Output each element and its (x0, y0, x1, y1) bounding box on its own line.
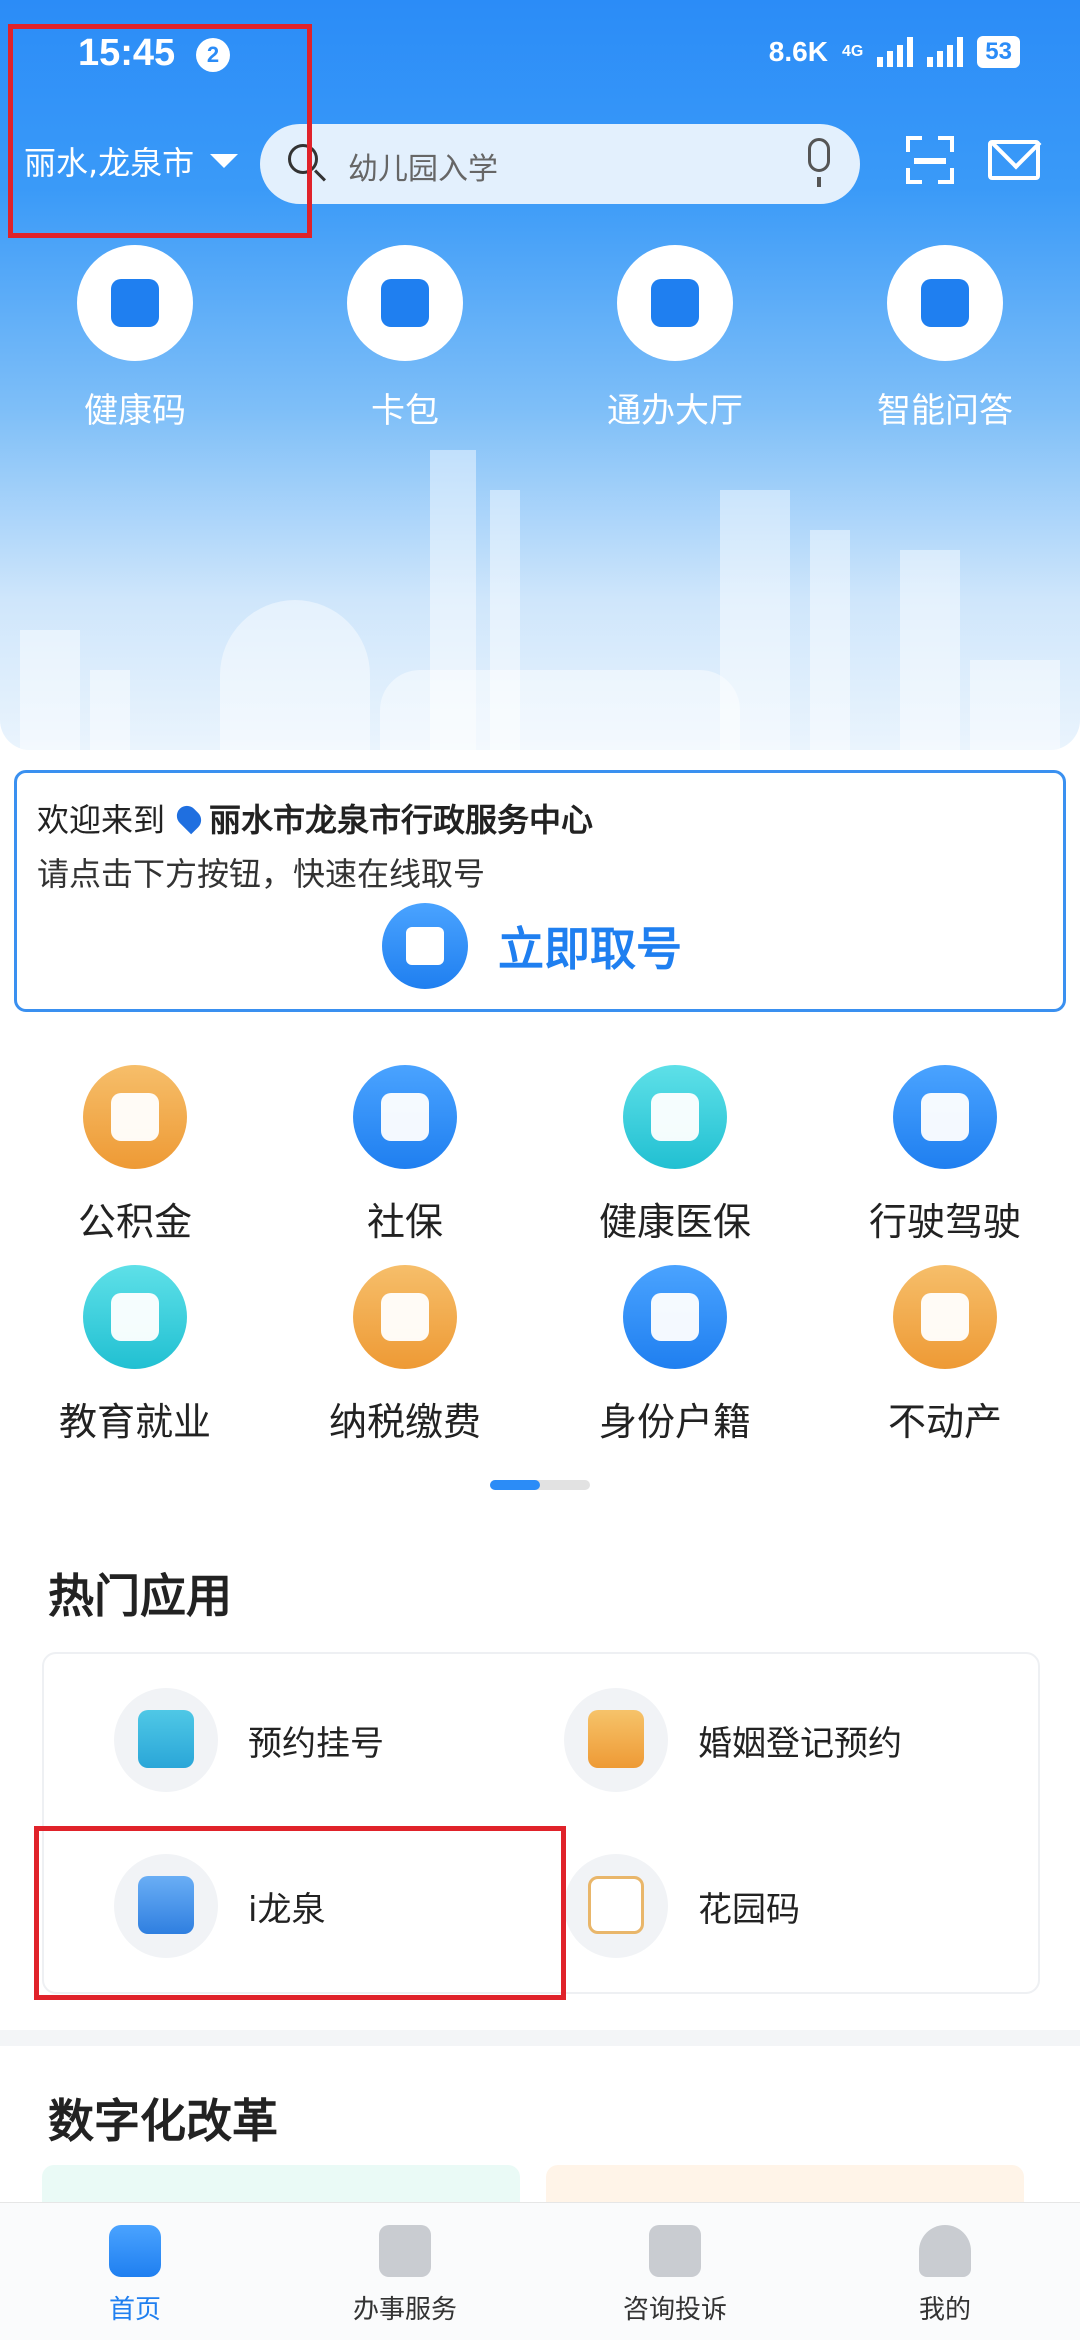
network-type: 4G (841, 43, 864, 60)
service-label: 公积金 (77, 1200, 192, 1244)
quick-health-code[interactable]: 健康码 (0, 245, 270, 431)
service-center-name: 丽水市龙泉市行政服务中心 (209, 801, 594, 839)
service-label: 教育就业 (58, 1400, 211, 1444)
home-icon (109, 2225, 161, 2277)
robot-icon (921, 279, 969, 327)
service-housing-fund[interactable]: 公积金 (0, 1065, 270, 1265)
ticket-icon (382, 903, 468, 989)
quick-action-label: 健康码 (84, 391, 186, 431)
service-label: 健康医保 (598, 1200, 751, 1244)
appointment-icon (138, 1710, 194, 1768)
medical-insurance-icon (651, 1093, 699, 1141)
quick-card-wallet[interactable]: 卡包 (270, 245, 540, 431)
city-skyline (0, 410, 1080, 750)
section-divider (0, 2030, 1080, 2046)
welcome-line: 欢迎来到 丽水市龙泉市行政服务中心 (37, 795, 593, 841)
service-label: 不动产 (887, 1400, 1002, 1444)
housing-fund-icon (111, 1093, 159, 1141)
nav-label: 首页 (108, 2295, 161, 2325)
app-label: 花园码 (698, 1889, 800, 1930)
nav-home[interactable]: 首页 (0, 2203, 270, 2340)
service-education[interactable]: 教育就业 (0, 1265, 270, 1465)
service-medical-insurance[interactable]: 健康医保 (540, 1065, 810, 1265)
take-number-label: 立即取号 (498, 922, 682, 976)
social-security-icon (381, 1093, 429, 1141)
quick-action-label: 通办大厅 (607, 391, 743, 431)
marriage-icon (588, 1710, 644, 1768)
nav-label: 办事服务 (352, 2295, 457, 2325)
nav-profile[interactable]: 我的 (810, 2203, 1080, 2340)
welcome-hint: 请点击下方按钮，快速在线取号 (37, 855, 486, 893)
nav-label: 我的 (918, 2295, 971, 2325)
health-code-icon (111, 279, 159, 327)
service-label: 纳税缴费 (328, 1400, 481, 1444)
signal-2-icon (927, 37, 964, 67)
app-label: 预约挂号 (248, 1723, 384, 1764)
microphone-icon[interactable] (808, 138, 830, 187)
quick-actions: 健康码 卡包 通办大厅 智能问答 (0, 245, 1080, 431)
page-indicator (490, 1480, 590, 1490)
highlight-city-box (8, 24, 312, 238)
service-label: 社保 (366, 1200, 443, 1244)
digital-reform-title: 数字化改革 (48, 2094, 278, 2148)
service-hall-icon (651, 279, 699, 327)
document-icon (379, 2225, 431, 2277)
nav-services[interactable]: 办事服务 (270, 2203, 540, 2340)
service-real-estate[interactable]: 不动产 (810, 1265, 1080, 1465)
garden-code-icon (588, 1876, 644, 1934)
quick-action-label: 智能问答 (877, 391, 1013, 431)
net-speed: 8.6K (768, 36, 828, 67)
service-social-security[interactable]: 社保 (270, 1065, 540, 1265)
location-pin-icon (172, 801, 206, 835)
app-garden-code[interactable]: 花园码 (564, 1854, 800, 1958)
quick-smart-qa[interactable]: 智能问答 (810, 245, 1080, 431)
service-tax[interactable]: 纳税缴费 (270, 1265, 540, 1465)
hot-apps-title: 热门应用 (48, 1569, 232, 1623)
search-placeholder: 幼儿园入学 (348, 152, 498, 187)
highlight-ilongquan-box (34, 1826, 566, 2000)
app-label: 婚姻登记预约 (698, 1723, 902, 1764)
scan-icon[interactable] (906, 136, 954, 184)
welcome-prefix: 欢迎来到 (37, 801, 166, 839)
search-bar[interactable]: 幼儿园入学 (260, 124, 860, 204)
status-indicators: 8.6K 4G 53 (769, 36, 1020, 68)
service-driving[interactable]: 行驶驾驶 (810, 1065, 1080, 1265)
service-label: 行驶驾驶 (868, 1200, 1021, 1244)
tax-icon (381, 1293, 429, 1341)
real-estate-icon (921, 1293, 969, 1341)
services-grid: 公积金 社保 健康医保 行驶驾驶 教育就业 纳税缴费 身份户籍 不动产 (0, 1065, 1080, 1465)
quick-service-hall[interactable]: 通办大厅 (540, 245, 810, 431)
app-appointment[interactable]: 预约挂号 (114, 1688, 384, 1792)
app-marriage-registration[interactable]: 婚姻登记预约 (564, 1688, 902, 1792)
service-identity[interactable]: 身份户籍 (540, 1265, 810, 1465)
education-icon (111, 1293, 159, 1341)
bottom-nav: 首页 办事服务 咨询投诉 我的 (0, 2202, 1080, 2340)
welcome-card: 欢迎来到 丽水市龙泉市行政服务中心 请点击下方按钮，快速在线取号 立即取号 (14, 770, 1066, 1012)
nav-consult[interactable]: 咨询投诉 (540, 2203, 810, 2340)
battery-icon: 53 (977, 36, 1020, 68)
user-icon (919, 2225, 971, 2277)
nav-label: 咨询投诉 (622, 2295, 727, 2325)
take-number-button[interactable]: 立即取号 (382, 903, 682, 989)
driving-icon (921, 1093, 969, 1141)
mail-icon[interactable] (988, 140, 1040, 180)
card-wallet-icon (381, 279, 429, 327)
service-label: 身份户籍 (598, 1400, 751, 1444)
identity-icon (651, 1293, 699, 1341)
chat-icon (649, 2225, 701, 2277)
quick-action-label: 卡包 (371, 391, 439, 431)
signal-icon (877, 37, 914, 67)
